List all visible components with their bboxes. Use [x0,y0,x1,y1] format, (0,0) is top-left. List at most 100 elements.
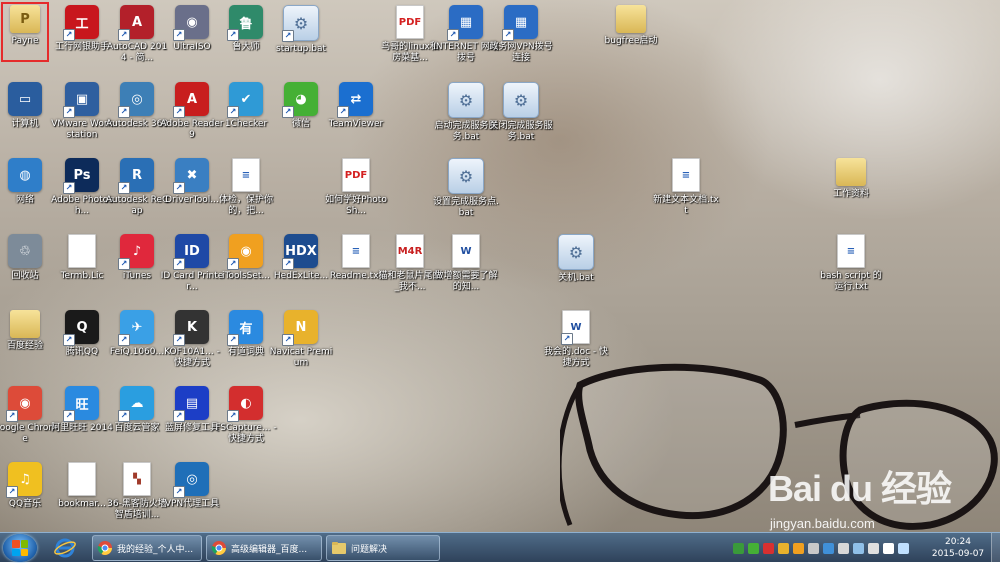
my-doc-icon: W ↗ [561,310,590,345]
shortcut-arrow-icon: ↗ [63,182,75,194]
tray-icon[interactable] [748,543,759,554]
shortcut-arrow-icon: ↗ [173,106,185,118]
desktop-icon-label: 设置完成服务点.bat [433,197,499,218]
setup-bat-icon: ⚙ [448,158,484,194]
desktop-icon-gov-vpn[interactable]: ▦ ↗ 政务网VPN拨号连接 [488,5,554,64]
shortcut-arrow-icon: ↗ [227,410,239,422]
ie-icon [54,538,76,558]
taskbar-window-button[interactable]: 我的经验_个人中... [92,535,202,561]
windows-logo-icon [12,540,28,556]
desktop-icon-bash-txt[interactable]: ≡ bash script 的运行.txt [818,234,884,293]
desktop-icon-my-doc[interactable]: W ↗ 我会的.doc - 快捷方式 [543,310,609,369]
itoolsset-icon: ◉ ↗ [227,234,263,270]
shortcut-arrow-icon: ↗ [227,29,239,41]
idcard-icon: ID ↗ [173,234,209,270]
desktop-icon-setup-bat[interactable]: ⚙ 设置完成服务点.bat [433,158,499,219]
qqmusic-icon: ♫ ↗ [6,462,42,498]
tray-icon[interactable] [868,543,879,554]
desktop-icon-work-folder[interactable]: 工作资料 [818,158,884,200]
wechat-icon: ◕ ↗ [282,82,318,118]
shortcut-arrow-icon: ↗ [502,29,514,41]
tray-icon[interactable] [778,543,789,554]
show-desktop-button[interactable] [991,533,1000,563]
shortcut-arrow-icon: ↗ [227,106,239,118]
network-icon: ◍ [8,158,42,192]
baidu-cloud-icon: ☁ ↗ [118,386,154,422]
taskbar-window-button[interactable]: 问题解决 [326,535,440,561]
desktop-icon-fscapture[interactable]: ◐ ↗ FSCapture... - 快捷方式 [213,386,279,445]
chrome-icon: ◉ ↗ [6,386,42,422]
baidu-exp-icon [10,310,40,338]
tray-icon[interactable] [883,543,894,554]
photoshop-icon: Ps ↗ [63,158,99,194]
shortcut-arrow-icon: ↗ [337,106,349,118]
tray-icon[interactable] [838,543,849,554]
desktop-icon-bugfree[interactable]: bugfree启动 [598,5,664,47]
start-service-bat-icon: ⚙ [448,82,484,118]
desktop-icon-teamviewer[interactable]: ⇄ ↗ TeamViewer [323,82,389,130]
shortcut-arrow-icon: ↗ [118,29,130,41]
desktop-icon-label: 如何学好PhotoSh... [325,195,387,216]
youdao-icon: 有 ↗ [227,310,263,346]
kof-icon: K ↗ [173,310,209,346]
clock-date: 2015-09-07 [931,549,985,559]
tray-icon[interactable] [733,543,744,554]
hedexlite-icon: HDX ↗ [282,234,318,270]
desktop-icon-label: FSCapture... - 快捷方式 [215,423,277,444]
desktop-icon-label: bugfree启动 [604,36,658,46]
desktop-icon-health-doc[interactable]: ≡ 体检，保护你的，把... [213,158,279,217]
stop-service-bat-icon: ⚙ [503,82,539,118]
shortcut-arrow-icon: ↗ [118,182,130,194]
desktop-icon-label: 政务网VPN拨号连接 [489,42,553,63]
health-doc-icon: ≡ [232,158,260,192]
shortcut-arrow-icon: ↗ [282,258,294,270]
shortcut-arrow-icon: ↗ [118,334,130,346]
desktop-icon-new-txt[interactable]: ≡ 新建文本文档.txt [653,158,719,217]
taskbar-window-button[interactable]: 高级编辑器_百度... [206,535,322,561]
autodesk360-icon: ◎ ↗ [118,82,154,118]
computer-icon: ▭ [8,82,42,116]
desktop-icon-doc-request[interactable]: W 做增额需要了解的知... [433,234,499,293]
shortcut-arrow-icon: ↗ [63,334,75,346]
tray-icon[interactable] [808,543,819,554]
bluescreen-icon: ▤ ↗ [173,386,209,422]
bugfree-icon [616,5,646,33]
shortcut-arrow-icon: ↗ [227,334,239,346]
shortcut-arrow-icon: ↗ [6,486,18,498]
desktop-icon-close-bat[interactable]: ⚙ 关机.bat [543,234,609,284]
desktop-icon-startup-bat[interactable]: ⚙ ↗ startup.bat [268,5,334,55]
vmware-icon: ▣ ↗ [63,82,99,118]
taskbar: 我的经验_个人中... 高级编辑器_百度... 问题解决 20:24 2015-… [0,532,1000,563]
taskbar-window-label: 高级编辑器_百度... [231,544,308,555]
start-button[interactable] [3,534,37,562]
icbc-icon: 工 ↗ [63,5,99,41]
shortcut-arrow-icon: ↗ [561,333,573,345]
shortcut-arrow-icon: ↗ [63,29,75,41]
shortcut-arrow-icon: ↗ [227,258,239,270]
shortcut-arrow-icon: ↗ [282,30,294,42]
shortcut-arrow-icon: ↗ [6,410,18,422]
desktop-icon-label: 新建文本文档.txt [653,195,719,216]
tray-icon[interactable] [763,543,774,554]
baidu-watermark: Bai du 经验 jingyan.baidu.com [768,460,998,532]
desktop-icon-stop-service-bat[interactable]: ⚙ 关闭完成服务服务.bat [488,82,554,143]
desktop-icon-learn-ps-pdf[interactable]: PDF 如何学好PhotoSh... [323,158,389,217]
desktop-icon-label: Navicat Premium [269,347,333,368]
desktop-icon-navicat[interactable]: N ↗ Navicat Premium [268,310,334,369]
desktop-icon-vpn-tool[interactable]: ◎ ↗ VPN代理工具 [159,462,225,510]
taskbar-clock[interactable]: 20:24 2015-09-07 [928,536,988,560]
ludashi-icon: 鲁 ↗ [227,5,263,41]
desktop-icon-label: 工作资料 [832,189,869,199]
linux-pdf-icon: PDF [396,5,424,39]
vpn-tool-icon: ◎ ↗ [173,462,209,498]
shortcut-arrow-icon: ↗ [282,334,294,346]
tray-icon[interactable] [793,543,804,554]
tray-icon[interactable] [898,543,909,554]
m4r-icon: M4R [396,234,424,268]
taskbar-window-label: 我的经验_个人中... [117,544,194,555]
shortcut-arrow-icon: ↗ [173,486,185,498]
tray-icon[interactable] [853,543,864,554]
fscapture-icon: ◐ ↗ [227,386,263,422]
ie-pinned-button[interactable] [50,536,80,560]
tray-icon[interactable] [823,543,834,554]
